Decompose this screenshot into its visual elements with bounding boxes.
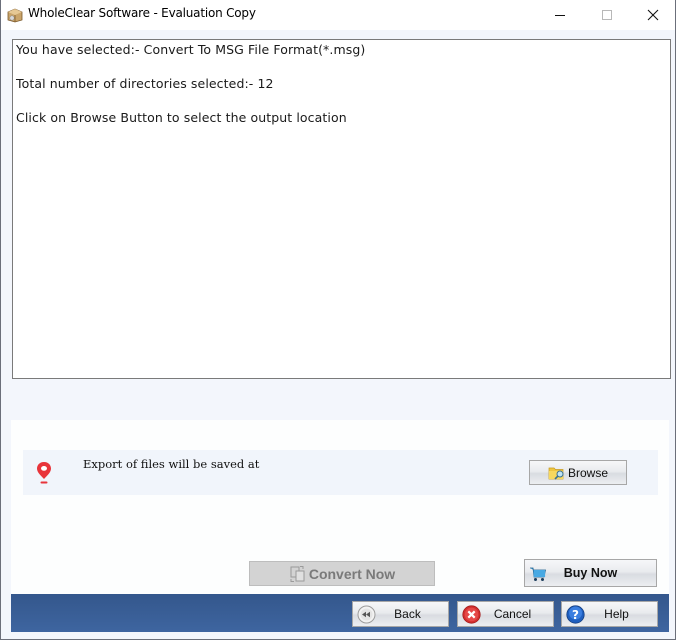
buy-now-label: Buy Now [563, 566, 618, 580]
help-label: Help [604, 607, 629, 621]
title-bar: WholeClear Software - Evaluation Copy [1, 0, 675, 30]
convert-now-label: Convert Now [308, 565, 396, 582]
app-window: WholeClear Software - Evaluation Copy Yo… [0, 0, 676, 640]
close-icon [647, 9, 659, 21]
browse-label: Browse [567, 465, 608, 480]
window-title: WholeClear Software - Evaluation Copy [28, 6, 256, 20]
cancel-button[interactable]: Cancel [457, 601, 554, 627]
close-button[interactable] [630, 0, 676, 30]
back-label: Back [394, 607, 421, 621]
minimize-icon [555, 15, 565, 16]
options-panel: Export of files will be saved at Browse … [11, 420, 669, 594]
convert-now-button[interactable]: Convert Now [249, 561, 435, 586]
export-location-label: Export of files will be saved at [83, 457, 260, 471]
app-box-icon [7, 8, 23, 23]
maximize-icon [602, 10, 612, 20]
status-log[interactable]: You have selected:- Convert To MSG File … [12, 39, 671, 379]
browse-button[interactable]: Browse [529, 460, 627, 485]
maximize-button[interactable] [584, 0, 630, 30]
log-line-directory-count: Total number of directories selected:- 1… [16, 76, 274, 91]
cancel-label: Cancel [493, 607, 532, 621]
shopping-cart-icon [530, 567, 546, 581]
help-button[interactable]: ? Help [561, 601, 658, 627]
back-button[interactable]: Back [352, 601, 449, 627]
location-pin-icon [37, 462, 51, 484]
minimize-button[interactable] [537, 0, 583, 30]
log-line-instruction: Click on Browse Button to select the out… [16, 110, 347, 125]
folder-search-icon [548, 467, 564, 480]
log-line-selected-format: You have selected:- Convert To MSG File … [16, 42, 366, 57]
export-location-row: Export of files will be saved at Browse [23, 450, 658, 495]
convert-files-icon [290, 565, 305, 582]
buy-now-button[interactable]: Buy Now [524, 559, 657, 587]
navigation-bar: Back Cancel ? Help [11, 594, 669, 632]
